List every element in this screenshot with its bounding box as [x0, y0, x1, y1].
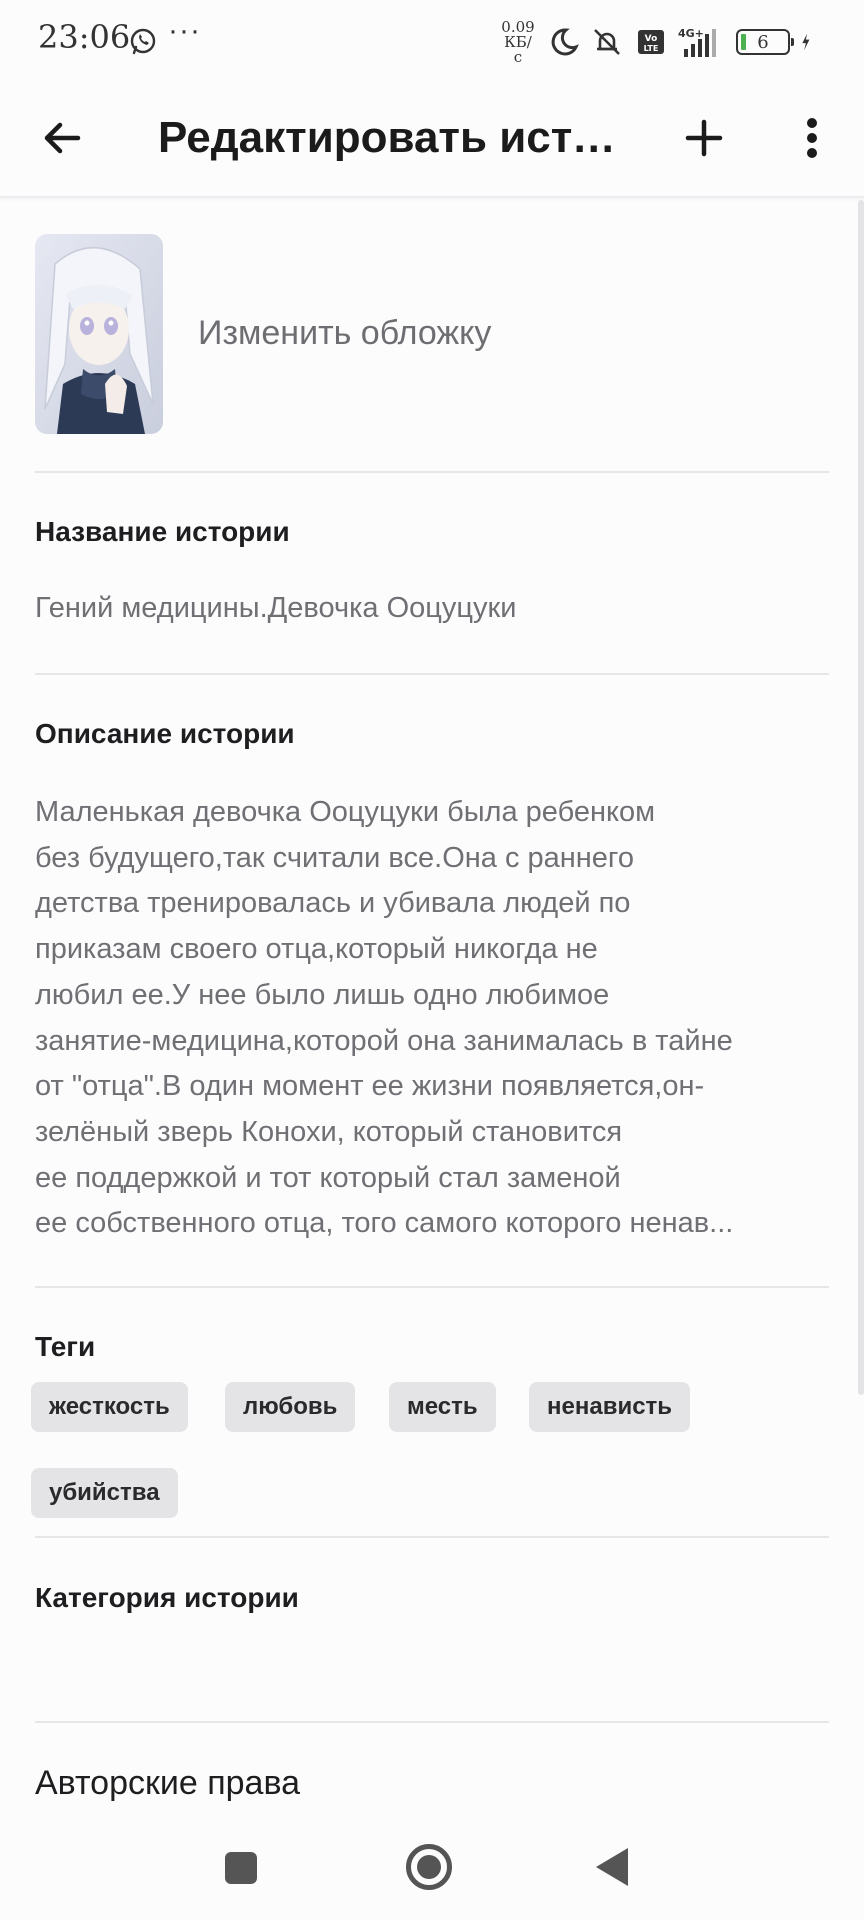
tag-chip[interactable]: жесткость — [31, 1382, 188, 1432]
divider — [35, 673, 829, 675]
copyright-row[interactable]: Авторские права — [35, 1764, 300, 1803]
more-options-button[interactable] — [780, 106, 844, 170]
svg-text:4G+: 4G+ — [678, 27, 704, 40]
recent-apps-button[interactable] — [225, 1852, 257, 1884]
tag-chip[interactable]: месть — [389, 1382, 496, 1432]
tag-chip[interactable]: убийства — [31, 1468, 178, 1518]
moon-icon — [551, 28, 579, 56]
cover-image[interactable] — [35, 234, 163, 434]
divider — [35, 471, 829, 473]
plus-icon — [685, 119, 723, 157]
system-back-button[interactable] — [596, 1848, 628, 1886]
mute-icon — [594, 29, 620, 55]
status-time: 23:06 — [38, 18, 131, 56]
divider — [35, 1286, 829, 1288]
divider — [35, 1721, 829, 1723]
whatsapp-icon — [130, 28, 156, 55]
divider — [35, 1536, 829, 1538]
svg-text:LTE: LTE — [644, 44, 659, 53]
cover-artwork — [35, 234, 163, 434]
arrow-left-icon — [44, 122, 81, 154]
status-more-dots: ··· — [168, 14, 201, 47]
story-title-field[interactable]: Гений медицины.Девочка Ооцуцуки — [35, 592, 516, 625]
app-bar: Редактировать исто... — [0, 80, 864, 198]
home-icon — [417, 1855, 441, 1879]
system-nav-bar — [0, 1812, 864, 1920]
status-icons: 0.09 КБ/с Vo LTE 4G+ 6 — [500, 17, 820, 66]
status-bar: 23:06 ··· 0.09 КБ/с Vo LTE 4G+ 6 — [0, 0, 864, 80]
story-description-field[interactable]: Маленькая девочка Ооцуцуки была ребенком… — [35, 790, 835, 1247]
story-title-label: Название истории — [35, 516, 290, 547]
page-title: Редактировать исто... — [158, 113, 628, 162]
change-cover-link[interactable]: Изменить обложку — [198, 314, 491, 353]
svg-text:Vo: Vo — [645, 34, 658, 44]
signal-4g-icon: 4G+ — [678, 27, 716, 57]
tag-chip[interactable]: любовь — [225, 1382, 356, 1432]
tags-label: Теги — [35, 1331, 96, 1362]
add-part-button[interactable] — [672, 106, 736, 170]
scrollbar[interactable] — [858, 200, 864, 1395]
category-label: Категория истории — [35, 1582, 299, 1613]
more-vertical-icon — [807, 118, 817, 158]
volte-icon: Vo LTE — [638, 30, 664, 54]
battery-icon: 6 — [736, 29, 794, 55]
back-button[interactable] — [30, 106, 94, 170]
charging-icon — [802, 33, 810, 51]
tag-chip[interactable]: ненависть — [529, 1382, 691, 1432]
network-speed: 0.09 КБ/с — [501, 17, 535, 66]
home-button[interactable] — [406, 1844, 452, 1890]
story-description-label: Описание истории — [35, 718, 295, 749]
